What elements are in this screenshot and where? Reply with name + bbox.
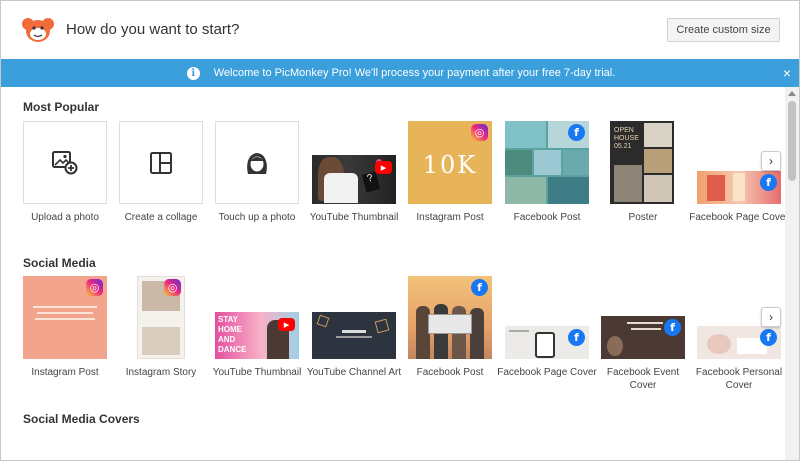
- card-label: Facebook Event Cover: [606, 367, 680, 391]
- template-image-text: OPEN HOUSE 05.21: [614, 127, 639, 150]
- template-image-text: 10K: [422, 151, 478, 179]
- facebook-icon: f: [664, 319, 681, 336]
- youtube-icon: ▸: [278, 318, 295, 331]
- card-label: YouTube Channel Art: [306, 367, 402, 378]
- monkey-logo-icon: [22, 18, 54, 42]
- image-add-icon: [52, 150, 78, 174]
- scroll-up-arrow-icon[interactable]: [788, 91, 796, 96]
- card-label: YouTube Thumbnail: [212, 367, 302, 378]
- card-label: Facebook Page Cover: [497, 367, 597, 378]
- template-image: [312, 312, 396, 359]
- card-label: Instagram Story: [125, 367, 197, 378]
- card-label: Upload a photo: [31, 212, 99, 223]
- info-icon: i: [186, 66, 200, 80]
- card-thumbnail: [23, 121, 107, 204]
- instagram-icon: ◎: [471, 124, 488, 141]
- template-list[interactable]: Most Popular Upload a photo Create a col…: [1, 87, 787, 460]
- vertical-scrollbar[interactable]: [785, 87, 799, 460]
- most-popular-next-button[interactable]: ›: [761, 151, 781, 171]
- section-title-social-media-covers: Social Media Covers: [23, 412, 140, 426]
- template-image-text: STAY HOME AND DANCE: [218, 315, 247, 354]
- card-label: Facebook Personal Cover: [695, 367, 783, 391]
- card-label: Facebook Post: [416, 367, 484, 378]
- close-icon[interactable]: ×: [783, 65, 791, 81]
- facebook-icon: f: [568, 329, 585, 346]
- section-title-social-media: Social Media: [23, 256, 96, 270]
- trial-banner: i Welcome to PicMonkey Pro! We'll proces…: [1, 59, 799, 87]
- page-title: How do you want to start?: [66, 21, 240, 38]
- card-label: Poster: [628, 212, 658, 223]
- instagram-icon: ◎: [164, 279, 181, 296]
- card-label: Instagram Post: [416, 212, 484, 223]
- card-label: Facebook Page Cover: [689, 212, 787, 223]
- create-custom-size-button[interactable]: Create custom size: [667, 18, 780, 42]
- card-label: Touch up a photo: [218, 212, 296, 223]
- banner-text: Welcome to PicMonkey Pro! We'll process …: [213, 67, 616, 79]
- card-label: Create a collage: [124, 212, 198, 223]
- facebook-icon: f: [568, 124, 585, 141]
- facebook-icon: f: [471, 279, 488, 296]
- template-image: OPEN HOUSE 05.21: [610, 121, 674, 204]
- facebook-icon: f: [760, 174, 777, 191]
- facebook-icon: f: [760, 329, 777, 346]
- card-thumbnail: [215, 121, 299, 204]
- collage-grid-icon: [150, 151, 172, 174]
- card-label: Facebook Post: [513, 212, 581, 223]
- dialog-header: How do you want to start? Create custom …: [1, 1, 799, 59]
- card-label: Instagram Post: [31, 367, 99, 378]
- youtube-icon: ▸: [375, 161, 392, 174]
- card-thumbnail: [119, 121, 203, 204]
- face-icon: [247, 152, 267, 174]
- scrollbar-thumb[interactable]: [788, 101, 796, 181]
- instagram-icon: ◎: [86, 279, 103, 296]
- card-label: YouTube Thumbnail: [309, 212, 399, 223]
- section-title-most-popular: Most Popular: [23, 100, 100, 114]
- social-media-next-button[interactable]: ›: [761, 307, 781, 327]
- start-dialog: How do you want to start? Create custom …: [0, 0, 800, 461]
